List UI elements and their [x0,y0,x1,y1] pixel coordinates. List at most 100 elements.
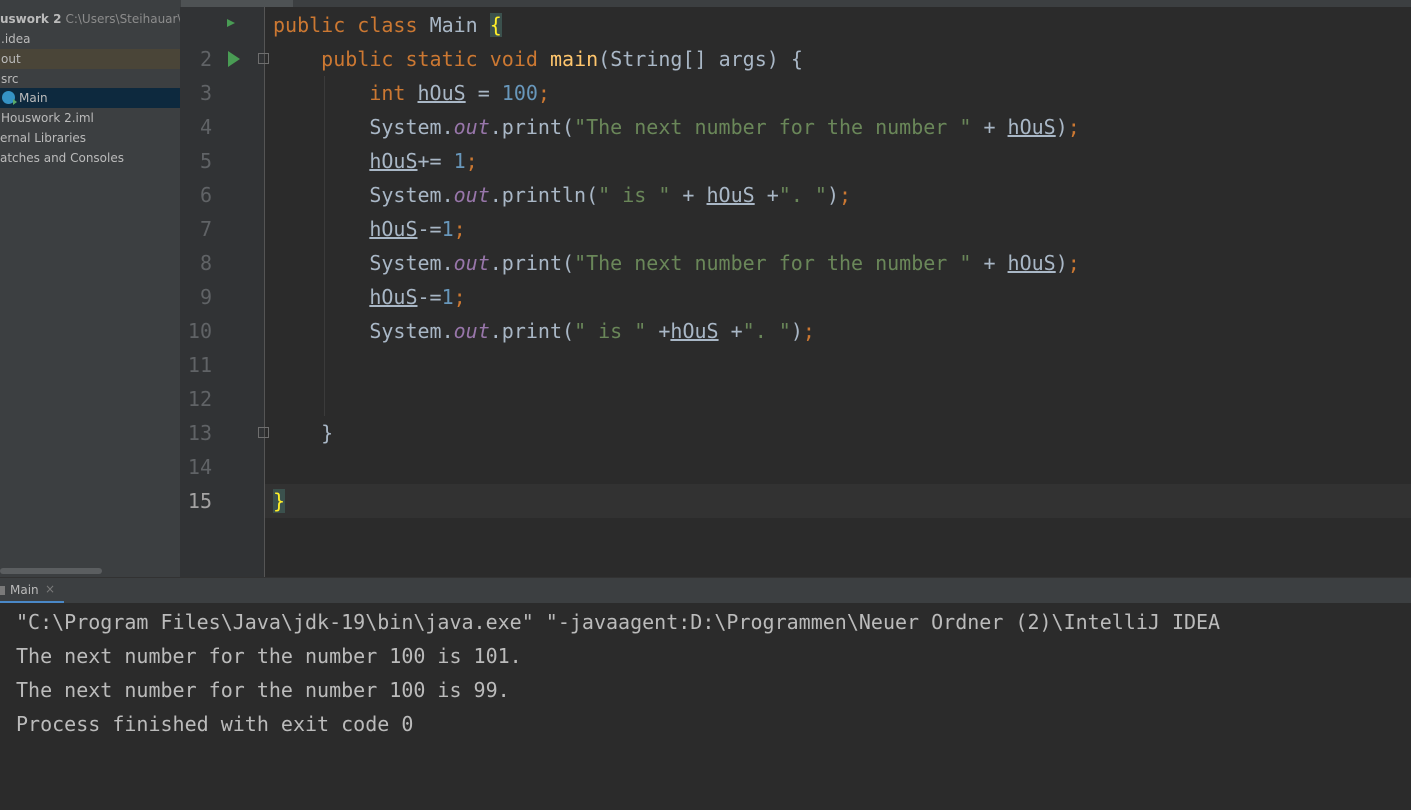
code-line-2: public static void main(String[] args) { [273,42,803,76]
static-field: out [453,115,490,139]
class-ref: System [369,319,442,343]
console-line: The next number for the number 100 is 99… [16,678,510,702]
line-number: 14 [187,455,212,479]
fold-close-icon[interactable] [258,427,269,438]
project-root-path: C:\Users\Steihauar\IdeaProjects\Houswork… [65,12,180,26]
static-field: out [453,183,490,207]
number-literal: 1 [453,149,466,173]
matched-brace: } [273,489,286,513]
string-literal: ". " [778,183,827,207]
method-call: println [501,183,587,207]
line-number: 5 [199,149,212,173]
current-line-highlight [265,484,1411,518]
tree-item-src[interactable]: src [0,69,180,89]
tree-item-label: .idea [1,32,31,46]
class-ref: System [369,115,442,139]
code-line-1: public class Main { [273,8,502,42]
variable: hOuS [1007,115,1056,139]
code-line-9: hOuS-=1; [369,285,466,309]
project-tree-panel: uswork 2C:\Users\Steihauar\IdeaProjects\… [0,7,180,577]
line-number: 9 [199,285,212,309]
tree-item-main[interactable]: Main [0,88,180,108]
class-name: Main [429,13,478,37]
console-line: Process finished with exit code 0 [16,712,414,736]
tree-item-label: out [1,52,21,66]
line-number: 3 [199,81,212,105]
fold-open-icon[interactable] [258,53,269,64]
code-line-10: System.out.print(" is " +hOuS +". "); [369,319,815,343]
string-literal: "The next number for the number " [574,115,972,139]
run-console[interactable]: "C:\Program Files\Java\jdk-19\bin\java.e… [0,603,1411,810]
project-root[interactable]: uswork 2C:\Users\Steihauar\IdeaProjects\… [0,9,180,29]
tree-item-iml[interactable]: Houswork 2.iml [0,108,180,128]
static-field: out [453,251,490,275]
console-line: The next number for the number 100 is 10… [16,644,522,668]
run-config-icon [0,586,5,595]
class-ref: System [369,183,442,207]
number-literal: 1 [441,217,454,241]
variable: hOuS [706,183,755,207]
horizontal-scrollbar[interactable] [0,568,102,574]
keyword: class [357,13,418,37]
run-panel-header: Main × [0,577,1411,604]
line-number-current: 15 [187,489,212,513]
keyword: static [405,47,478,71]
code-line-7: hOuS-=1; [369,217,466,241]
run-tab-label: Main [10,583,39,597]
code-line-3: int hOuS = 100; [369,81,550,105]
variable: hOuS [369,285,418,309]
keyword: public [273,13,346,37]
line-number: 2 [199,47,212,71]
method-call: print [501,115,563,139]
string-literal: "The next number for the number " [574,251,972,275]
code-line-6: System.out.println(" is " + hOuS +". "); [369,183,852,207]
method-call: print [501,319,563,343]
variable: hOuS [1007,251,1056,275]
tree-item-label: atches and Consoles [0,151,124,165]
variable: hOuS [369,217,418,241]
line-number: 7 [199,217,212,241]
run-class-icon[interactable] [227,19,235,27]
matched-brace: { [489,13,502,37]
tree-item-label: Main [19,91,48,105]
class-ref: System [369,251,442,275]
top-toolbar-strip [0,0,1411,7]
tree-item-scratches[interactable]: atches and Consoles [0,148,180,168]
variable: hOuS [369,149,418,173]
editor-tab-strip[interactable] [181,0,293,7]
static-field: out [453,319,490,343]
tree-item-idea[interactable]: .idea [0,29,180,49]
line-number: 11 [187,353,212,377]
keyword: public [321,47,394,71]
method-name: main [549,47,599,71]
close-icon[interactable]: × [45,582,55,596]
closing-brace: } [321,421,334,445]
string-literal: " is " [598,183,671,207]
string-literal: ". " [742,319,791,343]
console-line: "C:\Program Files\Java\jdk-19\bin\java.e… [16,610,1221,634]
variable: hOuS [417,81,466,105]
tree-item-external-libraries[interactable]: ernal Libraries [0,128,180,148]
method-call: print [501,251,563,275]
code-line-13: } [273,416,333,450]
line-number: 13 [187,421,212,445]
run-main-icon[interactable] [228,51,240,67]
tree-item-label: src [1,72,19,86]
tree-item-label: Houswork 2.iml [1,111,94,125]
method-signature: (String[] args) { [598,47,803,71]
line-number: 12 [187,387,212,411]
line-number: 6 [199,183,212,207]
keyword: void [489,47,538,71]
tree-item-label: ernal Libraries [0,131,87,145]
code-line-15: } [273,484,286,518]
number-literal: 100 [501,81,538,105]
tree-item-out[interactable]: out [0,49,180,69]
line-number: 8 [199,251,212,275]
tab-main-run[interactable]: Main × [0,578,64,604]
line-number: 4 [199,115,212,139]
project-root-name: uswork 2 [0,12,62,26]
java-class-icon [2,91,17,105]
code-line-8: System.out.print("The next number for th… [369,251,1080,275]
number-literal: 1 [441,285,454,309]
string-literal: " is " [574,319,647,343]
